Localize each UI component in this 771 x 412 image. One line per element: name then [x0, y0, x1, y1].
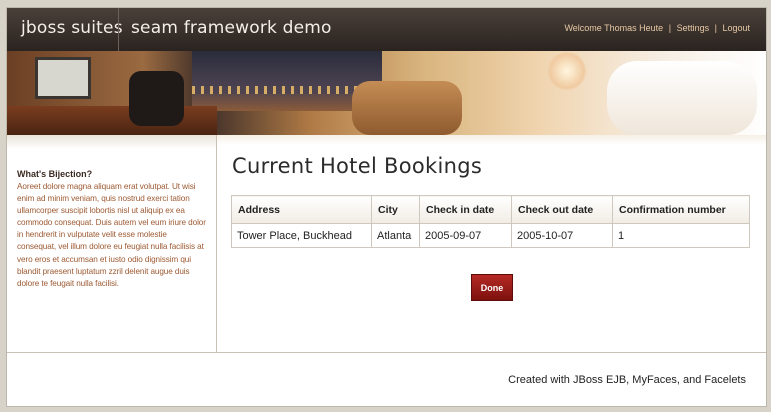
cell-confirmation: 1: [612, 223, 750, 248]
sidebar-heading: What's Bijection?: [17, 169, 93, 179]
banner-lamp: [547, 51, 587, 91]
logout-link[interactable]: Logout: [722, 23, 750, 33]
cell-address: Tower Place, Buckhead: [231, 223, 372, 248]
banner-desk: [7, 106, 217, 135]
footer-credits: Created with JBoss EJB, MyFaces, and Fac…: [508, 374, 746, 386]
main-content: Current Hotel Bookings Address City Chec…: [217, 135, 766, 352]
bookings-table: Address City Check in date Check out dat…: [231, 195, 750, 248]
app-window: jboss suites seam framework demo Welcome…: [6, 7, 767, 407]
brand-logo-text: jboss suites: [21, 18, 123, 38]
user-bar: Welcome Thomas Heute | Settings | Logout: [564, 23, 750, 33]
column-header-confirmation: Confirmation number: [612, 195, 750, 224]
column-header-city: City: [371, 195, 420, 224]
footer: Created with JBoss EJB, MyFaces, and Fac…: [7, 352, 766, 406]
cell-check-in: 2005-09-07: [419, 223, 512, 248]
done-button[interactable]: Done: [471, 274, 513, 301]
separator: |: [714, 23, 717, 33]
welcome-text: Welcome Thomas Heute: [564, 23, 664, 33]
banner-sofa: [352, 81, 462, 135]
table-row: Tower Place, Buckhead Atlanta 2005-09-07…: [231, 223, 750, 248]
cell-city: Atlanta: [371, 223, 420, 248]
banner-chair: [129, 71, 184, 126]
sidebar-top-shade: [7, 135, 216, 149]
settings-link[interactable]: Settings: [677, 23, 710, 33]
cell-check-out: 2005-10-07: [511, 223, 613, 248]
separator: |: [668, 23, 672, 33]
column-header-check-out: Check out date: [511, 195, 613, 224]
sidebar: What's Bijection? Aoreet dolore magna al…: [7, 135, 217, 352]
column-header-address: Address: [231, 195, 372, 224]
banner-monitor: [35, 57, 91, 99]
banner-pillow: [607, 61, 757, 135]
column-header-check-in: Check in date: [419, 195, 512, 224]
table-header-row: Address City Check in date Check out dat…: [231, 195, 750, 224]
main-top-shade: [217, 135, 766, 145]
header-divider: [118, 8, 119, 51]
app-title: seam framework demo: [131, 18, 332, 38]
sidebar-description: Aoreet dolore magna aliquam erat volutpa…: [17, 182, 206, 288]
hotel-banner-image: [7, 51, 766, 135]
top-header: jboss suites seam framework demo Welcome…: [7, 8, 766, 51]
page-title: Current Hotel Bookings: [232, 154, 483, 178]
